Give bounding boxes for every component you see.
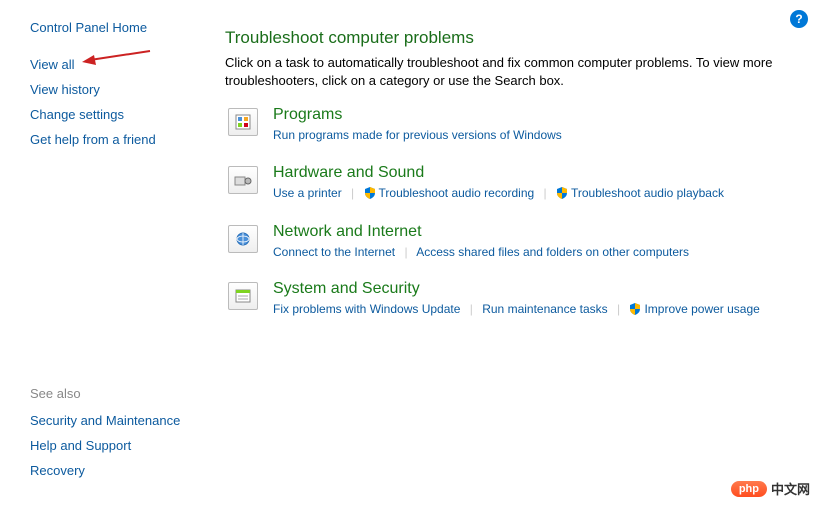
sidebar-link-view-history[interactable]: View history — [30, 82, 210, 97]
category-hardware-sound: Hardware and Sound Use a printer | Troub… — [225, 164, 795, 205]
sidebar: Control Panel Home View all View history… — [0, 0, 210, 508]
page-description: Click on a task to automatically trouble… — [225, 54, 795, 90]
separator: | — [351, 186, 354, 200]
uac-shield-icon — [364, 186, 376, 205]
help-button[interactable]: ? — [790, 10, 808, 28]
category-title-hardware[interactable]: Hardware and Sound — [273, 164, 795, 182]
sidebar-link-get-help[interactable]: Get help from a friend — [30, 132, 210, 147]
uac-shield-icon — [556, 186, 568, 205]
link-shared-files[interactable]: Access shared files and folders on other… — [416, 245, 689, 259]
separator: | — [470, 302, 473, 316]
category-title-network[interactable]: Network and Internet — [273, 223, 795, 241]
link-maintenance[interactable]: Run maintenance tasks — [482, 302, 607, 316]
sidebar-link-change-settings[interactable]: Change settings — [30, 107, 210, 122]
watermark-text: 中文网 — [771, 479, 810, 498]
see-also-recovery[interactable]: Recovery — [30, 463, 210, 478]
category-system-security: System and Security Fix problems with Wi… — [225, 280, 795, 321]
link-power-usage[interactable]: Improve power usage — [644, 302, 759, 316]
separator: | — [404, 245, 407, 259]
network-icon — [225, 223, 261, 255]
separator: | — [544, 186, 547, 200]
link-audio-playback[interactable]: Troubleshoot audio playback — [571, 186, 724, 200]
see-also-security[interactable]: Security and Maintenance — [30, 413, 210, 428]
see-also-help-support[interactable]: Help and Support — [30, 438, 210, 453]
link-windows-update[interactable]: Fix problems with Windows Update — [273, 302, 460, 316]
category-title-programs[interactable]: Programs — [273, 106, 795, 124]
separator: | — [617, 302, 620, 316]
system-security-icon — [225, 280, 261, 312]
link-connect-internet[interactable]: Connect to the Internet — [273, 245, 395, 259]
link-use-printer[interactable]: Use a printer — [273, 186, 342, 200]
watermark-badge: php — [731, 481, 767, 497]
category-network: Network and Internet Connect to the Inte… — [225, 223, 795, 262]
link-run-previous-versions[interactable]: Run programs made for previous versions … — [273, 128, 562, 142]
control-panel-home-link[interactable]: Control Panel Home — [30, 20, 210, 35]
uac-shield-icon — [629, 302, 641, 321]
category-title-system[interactable]: System and Security — [273, 280, 795, 298]
main-content: Troubleshoot computer problems Click on … — [210, 0, 820, 508]
programs-icon — [225, 106, 261, 138]
page-title: Troubleshoot computer problems — [225, 28, 795, 48]
watermark: php 中文网 — [731, 479, 810, 498]
sidebar-link-view-all[interactable]: View all — [30, 57, 210, 72]
category-programs: Programs Run programs made for previous … — [225, 106, 795, 145]
hardware-icon — [225, 164, 261, 196]
see-also-header: See also — [30, 386, 210, 401]
link-audio-recording[interactable]: Troubleshoot audio recording — [379, 186, 535, 200]
